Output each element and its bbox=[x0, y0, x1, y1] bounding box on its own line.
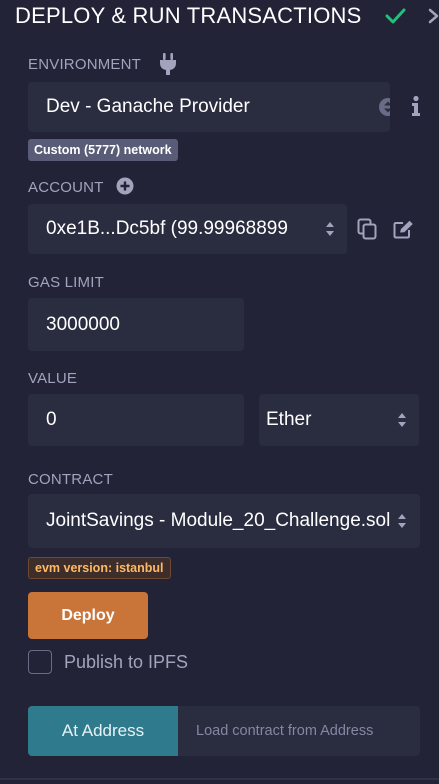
value-unit-select[interactable]: Ether bbox=[259, 394, 419, 446]
plus-circle-icon[interactable] bbox=[116, 177, 134, 195]
address-placeholder: Load contract from Address bbox=[196, 723, 374, 739]
chevron-right-icon[interactable] bbox=[428, 8, 439, 24]
panel-title: DEPLOY & RUN TRANSACTIONS bbox=[15, 3, 362, 28]
copy-icon[interactable] bbox=[357, 218, 377, 240]
info-icon[interactable] bbox=[408, 95, 424, 117]
publish-ipfs-label: Publish to IPFS bbox=[64, 652, 189, 672]
account-value: 0xe1B...Dc5bf (99.99968899 bbox=[46, 218, 288, 239]
divider bbox=[0, 778, 439, 780]
account-label: ACCOUNT bbox=[28, 179, 104, 196]
check-icon bbox=[385, 8, 406, 24]
gas-limit-input[interactable]: 3000000 bbox=[28, 298, 244, 351]
value-input[interactable]: 0 bbox=[28, 394, 244, 446]
contract-label: CONTRACT bbox=[28, 471, 113, 488]
network-badge: Custom (5777) network bbox=[28, 139, 178, 161]
panel-header: DEPLOY & RUN TRANSACTIONS bbox=[0, 0, 439, 34]
deploy-run-panel: DEPLOY & RUN TRANSACTIONS ENVIRONMENT De… bbox=[0, 0, 439, 784]
select-arrows-icon bbox=[326, 222, 334, 236]
deploy-button[interactable]: Deploy bbox=[28, 592, 148, 639]
address-input[interactable]: Load contract from Address bbox=[178, 706, 420, 756]
select-arrows-icon bbox=[398, 514, 406, 528]
select-arrows-icon bbox=[398, 413, 406, 427]
plug-icon bbox=[160, 53, 176, 75]
at-address-group: At Address Load contract from Address bbox=[28, 706, 420, 756]
contract-select[interactable]: JointSavings - Module_20_Challenge.sol bbox=[28, 494, 420, 548]
at-address-button[interactable]: At Address bbox=[28, 706, 178, 756]
environment-label: ENVIRONMENT bbox=[28, 56, 142, 73]
gas-limit-value: 3000000 bbox=[46, 313, 120, 335]
environment-select[interactable]: Dev - Ganache Provider bbox=[28, 82, 390, 132]
publish-ipfs-checkbox[interactable] bbox=[28, 650, 52, 674]
value-amount: 0 bbox=[46, 409, 57, 430]
gas-limit-label: GAS LIMIT bbox=[28, 274, 104, 291]
contract-value: JointSavings - Module_20_Challenge.sol bbox=[46, 510, 391, 531]
environment-value: Dev - Ganache Provider bbox=[46, 96, 250, 117]
evm-version-badge: evm version: istanbul bbox=[28, 557, 171, 579]
value-unit: Ether bbox=[266, 409, 312, 430]
value-label: VALUE bbox=[28, 370, 78, 387]
edit-icon[interactable] bbox=[393, 220, 414, 239]
select-arrows-icon bbox=[379, 98, 390, 116]
account-select[interactable]: 0xe1B...Dc5bf (99.99968899 bbox=[28, 204, 347, 254]
